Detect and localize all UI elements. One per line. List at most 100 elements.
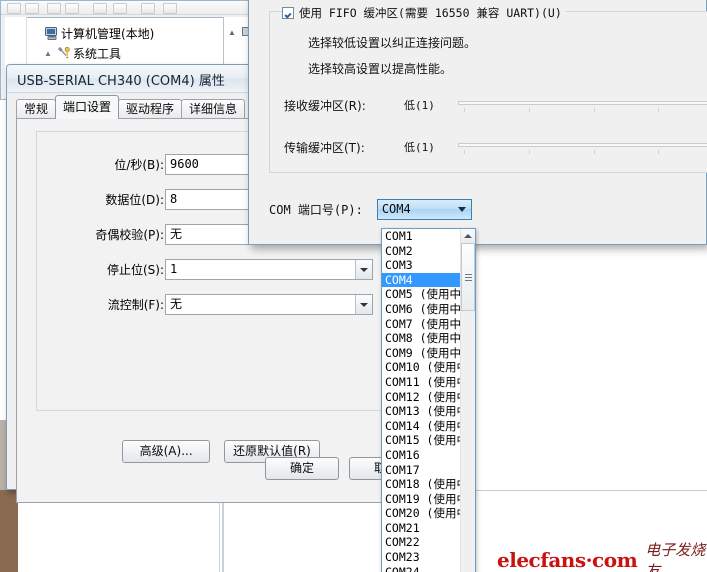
tree-item-computer-management[interactable]: 计算机管理(本地) [27, 23, 217, 43]
stop-bits-combo[interactable]: 1 [165, 259, 373, 280]
dropdown-item[interactable]: COM17 [382, 463, 460, 478]
toolbar-button-3[interactable] [47, 3, 61, 14]
chevron-down-icon[interactable] [454, 200, 471, 219]
dropdown-item[interactable]: COM23 [382, 550, 460, 565]
dialog-title: USB-SERIAL CH340 (COM4) 属性 [17, 74, 225, 89]
chevron-down-icon[interactable]: ▲ [41, 49, 55, 58]
mmc-lower-left-pane [20, 493, 220, 572]
tools-icon [55, 46, 73, 60]
dropdown-item[interactable]: COM2 [382, 244, 460, 259]
dropdown-item[interactable]: COM18 (使用中) [382, 477, 475, 492]
screen-root: 计算机管理(本地) ▲ 系统工具 ▲ USB-SERIAL CH340 (COM… [0, 0, 707, 572]
flow-control-combo[interactable]: 无 [165, 294, 373, 315]
chevron-down-icon[interactable] [355, 295, 372, 314]
dropdown-items[interactable]: COM1 COM2 COM3 COM4 COM5 (使用中) COM6 (使用中) COM7… [382, 229, 475, 572]
field-label: 位/秒(B): [114, 158, 164, 172]
toolbar-button-2[interactable] [25, 3, 39, 14]
toolbar-button-5[interactable] [93, 3, 107, 14]
toolbar-button-7[interactable] [141, 3, 155, 14]
field-flow-control: 流控制(F): 无 [37, 294, 390, 315]
receive-buffer-label: 接收缓冲区(R): [284, 98, 366, 113]
bits-per-second-value: 9600 [170, 157, 199, 171]
dropdown-item[interactable]: COM5 (使用中) [382, 287, 468, 302]
tab-driver[interactable]: 驱动程序 [118, 99, 183, 119]
chevron-down-icon[interactable] [355, 260, 372, 279]
field-label: 停止位(S): [106, 263, 164, 277]
mmc-toolbar [1, 1, 255, 15]
com-port-number-combo[interactable]: COM4 [376, 199, 472, 220]
computer-icon [43, 26, 61, 40]
dropdown-item[interactable]: COM9 (使用中) [382, 346, 468, 361]
dropdown-item[interactable]: COM19 (使用中) [382, 492, 475, 507]
dropdown-item[interactable]: COM16 [382, 448, 460, 463]
dropdown-item[interactable]: COM14 (使用中) [382, 419, 475, 434]
receive-buffer-row: 接收缓冲区(R): 低(1) 高 [284, 94, 707, 116]
dropdown-item[interactable]: COM1 [382, 229, 460, 244]
watermark-chinese-name: 电子发烧友 [645, 541, 706, 572]
watermark-site-name: elecfans·com [497, 548, 638, 572]
dropdown-item[interactable]: COM8 (使用中) [382, 331, 468, 346]
receive-buffer-slider[interactable] [458, 97, 707, 113]
details-row[interactable]: ▲ [224, 17, 251, 41]
tab-details[interactable]: 详细信息 [181, 99, 246, 119]
dropdown-item[interactable]: COM12 (使用中) [382, 390, 475, 405]
transmit-buffer-label: 传输缓冲区(T): [284, 140, 365, 155]
dropdown-item[interactable]: COM20 (使用中) [382, 506, 475, 521]
receive-buffer-low-label: 低(1) [404, 99, 435, 112]
fifo-group: 使用 FIFO 缓冲区(需要 16550 兼容 UART)(U) 选择较低设置以… [269, 5, 707, 173]
data-bits-value: 8 [170, 192, 178, 206]
dropdown-item[interactable]: COM24 [382, 565, 460, 572]
slider-ticks [464, 150, 707, 155]
dropdown-item[interactable]: COM6 (使用中) [382, 302, 468, 317]
advanced-button[interactable]: 高级(A)... [122, 440, 211, 463]
tree-item-system-tools[interactable]: ▲ 系统工具 [27, 43, 217, 63]
slider-ticks [464, 108, 707, 113]
checkbox-checked-icon[interactable] [282, 7, 294, 19]
tab-general[interactable]: 常规 [16, 99, 57, 119]
tree-item-label: 计算机管理(本地) [61, 26, 155, 41]
dropdown-item[interactable]: COM22 [382, 535, 460, 550]
field-stop-bits: 停止位(S): 1 [37, 259, 390, 280]
dropdown-item[interactable]: COM11 (使用中) [382, 375, 475, 390]
slider-rail [458, 101, 707, 105]
stop-bits-value: 1 [170, 262, 178, 276]
dropdown-item[interactable]: COM3 [382, 258, 460, 273]
field-label: 流控制(F): [107, 298, 164, 312]
advanced-dialog-body: 使用 FIFO 缓冲区(需要 16550 兼容 UART)(U) 选择较低设置以… [255, 0, 707, 238]
com-port-number-label: COM 端口号(P): [269, 203, 363, 217]
toolbar-button-1[interactable] [7, 3, 21, 14]
transmit-buffer-low-label: 低(1) [404, 141, 435, 154]
fifo-checkbox-row[interactable]: 使用 FIFO 缓冲区(需要 16550 兼容 UART)(U) [282, 5, 566, 21]
mmc-lower-splitter[interactable] [222, 493, 224, 572]
com-port-number-row: COM 端口号(P): COM4 [269, 199, 472, 220]
field-label: 奇偶校验(P): [95, 228, 164, 242]
toolbar-button-6[interactable] [113, 3, 127, 14]
dropdown-item[interactable]: COM10 (使用中) [382, 360, 475, 375]
tab-strip[interactable]: 常规 端口设置 驱动程序 详细信息 [16, 95, 246, 119]
ok-button[interactable]: 确定 [265, 457, 339, 480]
slider-rail [458, 143, 707, 147]
hint-low: 选择较低设置以纠正连接问题。 [308, 36, 477, 50]
watermark: elecfans·com 电子发烧友 [497, 539, 707, 572]
com-port-dropdown-list[interactable]: COM1 COM2 COM3 COM4 COM5 (使用中) COM6 (使用中) COM7… [381, 228, 476, 572]
toolbar-button-8[interactable] [163, 3, 177, 14]
com-port-number-value: COM4 [381, 202, 411, 216]
transmit-buffer-slider[interactable] [458, 139, 707, 155]
scrollbar-thumb[interactable] [461, 243, 475, 311]
scroll-up-arrow-icon[interactable] [461, 229, 475, 243]
parity-value: 无 [170, 227, 183, 241]
hint-high: 选择较高设置以提高性能。 [308, 62, 453, 76]
advanced-settings-dialog: 使用 FIFO 缓冲区(需要 16550 兼容 UART)(U) 选择较低设置以… [248, 0, 707, 245]
tree-item-label: 系统工具 [73, 46, 122, 61]
dropdown-scrollbar[interactable] [460, 229, 475, 572]
toolbar-button-4[interactable] [65, 3, 79, 14]
tab-port-settings[interactable]: 端口设置 [55, 95, 120, 119]
transmit-buffer-row: 传输缓冲区(T): 低(1) 高 [284, 136, 707, 158]
dropdown-item[interactable]: COM7 (使用中) [382, 317, 468, 332]
dropdown-item[interactable]: COM13 (使用中) [382, 404, 475, 419]
field-label: 数据位(D): [105, 193, 164, 207]
dropdown-item[interactable]: COM15 (使用中) [382, 433, 475, 448]
dropdown-item[interactable]: COM21 [382, 521, 460, 536]
fifo-checkbox-label: 使用 FIFO 缓冲区(需要 16550 兼容 UART)(U) [299, 6, 562, 20]
flow-control-value: 无 [170, 297, 183, 311]
